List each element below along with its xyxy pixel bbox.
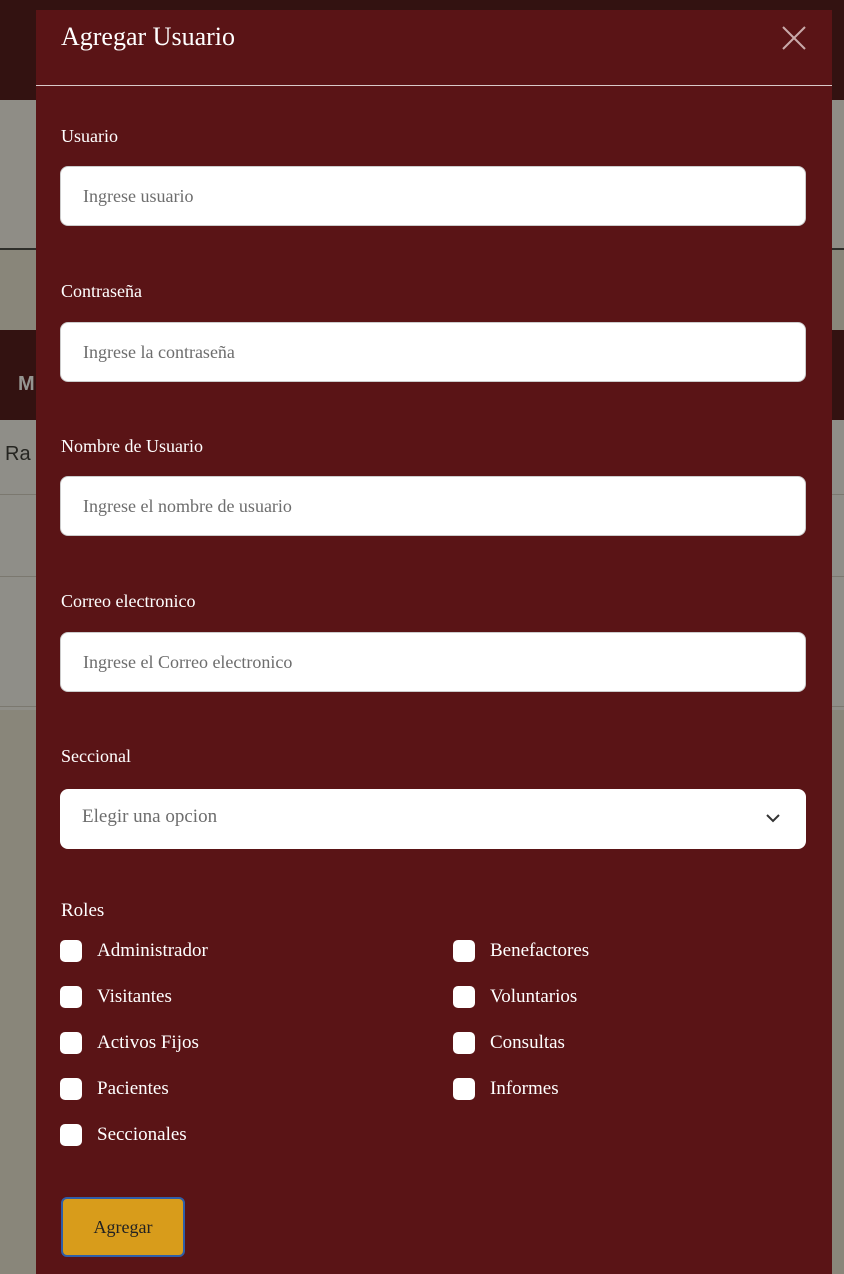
role-label: Administrador	[97, 940, 208, 961]
role-label: Seccionales	[97, 1124, 187, 1145]
checkbox[interactable]	[453, 940, 475, 962]
usuario-input[interactable]	[60, 166, 806, 226]
checkbox[interactable]	[60, 1032, 82, 1054]
role-label: Visitantes	[97, 986, 172, 1007]
nombre-usuario-input[interactable]	[60, 476, 806, 536]
correo-input[interactable]	[60, 632, 806, 692]
seccional-select[interactable]: Elegir una opcion	[60, 789, 806, 849]
role-label: Consultas	[490, 1032, 565, 1053]
usuario-label: Usuario	[61, 126, 118, 146]
role-label: Pacientes	[97, 1078, 169, 1099]
chevron-down-icon	[766, 814, 780, 823]
checkbox[interactable]	[453, 1078, 475, 1100]
role-checkbox-visitantes[interactable]: Visitantes	[60, 983, 172, 1011]
role-label: Informes	[490, 1078, 559, 1099]
role-checkbox-activos-fijos[interactable]: Activos Fijos	[60, 1029, 199, 1057]
checkbox[interactable]	[60, 1124, 82, 1146]
nombre-usuario-label: Nombre de Usuario	[61, 436, 203, 456]
role-checkbox-voluntarios[interactable]: Voluntarios	[453, 983, 577, 1011]
contrasena-label: Contraseña	[61, 281, 142, 301]
modal-header: Agregar Usuario	[36, 10, 832, 86]
checkbox[interactable]	[60, 940, 82, 962]
role-label: Activos Fijos	[97, 1032, 199, 1053]
checkbox[interactable]	[453, 986, 475, 1008]
add-user-modal: Agregar Usuario Usuario Contraseña Nombr…	[36, 10, 832, 1274]
seccional-label: Seccional	[61, 746, 131, 766]
checkbox[interactable]	[453, 1032, 475, 1054]
contrasena-input[interactable]	[60, 322, 806, 382]
role-checkbox-seccionales[interactable]: Seccionales	[60, 1121, 187, 1149]
role-checkbox-benefactores[interactable]: Benefactores	[453, 937, 589, 965]
checkbox[interactable]	[60, 1078, 82, 1100]
role-label: Benefactores	[490, 940, 590, 961]
close-icon	[782, 26, 806, 50]
checkbox[interactable]	[60, 986, 82, 1008]
close-button[interactable]	[774, 18, 814, 58]
modal-title: Agregar Usuario	[61, 22, 235, 51]
role-checkbox-pacientes[interactable]: Pacientes	[60, 1075, 169, 1103]
role-checkbox-informes[interactable]: Informes	[453, 1075, 559, 1103]
seccional-selected-value: Elegir una opcion	[82, 806, 218, 827]
role-label: Voluntarios	[490, 986, 578, 1007]
agregar-button[interactable]: Agregar	[61, 1197, 185, 1257]
roles-label: Roles	[61, 900, 105, 921]
role-checkbox-consultas[interactable]: Consultas	[453, 1029, 565, 1057]
correo-label: Correo electronico	[61, 591, 196, 611]
role-checkbox-administrador[interactable]: Administrador	[60, 937, 208, 965]
